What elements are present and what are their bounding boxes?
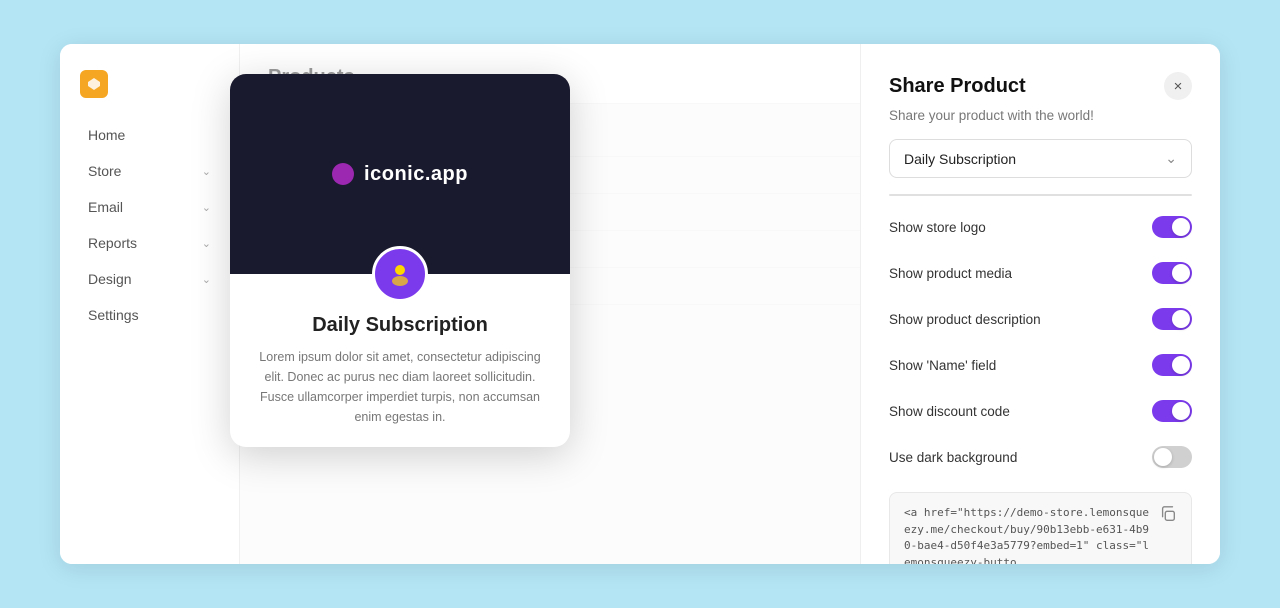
toggle-label: Use dark background (889, 450, 1017, 465)
sidebar-item-home[interactable]: Home (68, 118, 231, 152)
toggle-switch[interactable] (1152, 446, 1192, 468)
product-card-description: Lorem ipsum dolor sit amet, consectetur … (250, 347, 550, 427)
close-button[interactable]: × (1164, 72, 1192, 100)
toggle-show-store-logo: Show store logo (889, 212, 1192, 242)
sidebar-item-design[interactable]: Design ⌄ (68, 262, 231, 296)
toggle-label: Show product description (889, 312, 1041, 327)
toggle-show-product-description: Show product description (889, 304, 1192, 334)
sidebar-item-label: Settings (88, 307, 139, 323)
tab-group: Checkout Link Checkout Overlay (889, 194, 1192, 196)
tab-checkout-overlay[interactable]: Checkout Overlay (1041, 195, 1192, 196)
brand-dot-icon (332, 163, 354, 185)
share-panel-header: Share Product × (889, 72, 1192, 100)
main-container: Home Store ⌄ Email ⌄ Reports ⌄ Design ⌄ … (60, 44, 1220, 564)
toggle-switch[interactable] (1152, 308, 1192, 330)
sidebar-item-label: Home (88, 127, 125, 143)
sidebar-item-label: Email (88, 199, 123, 215)
sidebar-item-store[interactable]: Store ⌄ (68, 154, 231, 188)
product-avatar (372, 246, 428, 302)
brand-name: iconic.app (364, 163, 468, 186)
tab-checkout-link[interactable]: Checkout Link (890, 195, 1041, 196)
chevron-icon: ⌄ (202, 201, 211, 214)
chevron-icon: ⌄ (202, 237, 211, 250)
copy-button[interactable] (1159, 505, 1177, 523)
dropdown-value: Daily Subscription (904, 151, 1016, 167)
sidebar: Home Store ⌄ Email ⌄ Reports ⌄ Design ⌄ … (60, 44, 240, 564)
share-panel-title: Share Product (889, 75, 1026, 98)
product-card-image: iconic.app (230, 74, 570, 274)
share-subtitle: Share your product with the world! (889, 108, 1192, 123)
product-card-title: Daily Subscription (250, 314, 550, 337)
toggle-label: Show product media (889, 266, 1012, 281)
sidebar-item-email[interactable]: Email ⌄ (68, 190, 231, 224)
app-logo-icon (80, 70, 108, 98)
chevron-icon: ⌄ (202, 165, 211, 178)
toggle-label: Show 'Name' field (889, 358, 996, 373)
product-dropdown[interactable]: Daily Subscription ⌄ (889, 139, 1192, 178)
product-brand: iconic.app (332, 163, 468, 186)
toggle-use-dark-background: Use dark background (889, 442, 1192, 472)
sidebar-item-reports[interactable]: Reports ⌄ (68, 226, 231, 260)
sidebar-item-label: Reports (88, 235, 137, 251)
toggle-switch[interactable] (1152, 216, 1192, 238)
toggle-switch[interactable] (1152, 354, 1192, 376)
toggle-label: Show store logo (889, 220, 986, 235)
share-panel: Share Product × Share your product with … (860, 44, 1220, 564)
toggle-show-name-field: Show 'Name' field (889, 350, 1192, 380)
product-card-overlay: iconic.app Daily Subscription Lorem ipsu… (230, 74, 570, 447)
sidebar-item-label: Design (88, 271, 132, 287)
code-snippet-box: <a href="https://demo-store.lemonsqueezy… (889, 492, 1192, 564)
toggle-show-product-media: Show product media (889, 258, 1192, 288)
toggle-label: Show discount code (889, 404, 1010, 419)
chevron-down-icon: ⌄ (1165, 150, 1177, 167)
chevron-icon: ⌄ (202, 273, 211, 286)
sidebar-item-settings[interactable]: Settings (68, 298, 231, 332)
toggle-switch[interactable] (1152, 400, 1192, 422)
toggle-switch[interactable] (1152, 262, 1192, 284)
code-text: <a href="https://demo-store.lemonsqueezy… (904, 505, 1151, 564)
sidebar-logo (60, 62, 239, 116)
toggle-show-discount-code: Show discount code (889, 396, 1192, 426)
sidebar-item-label: Store (88, 163, 121, 179)
